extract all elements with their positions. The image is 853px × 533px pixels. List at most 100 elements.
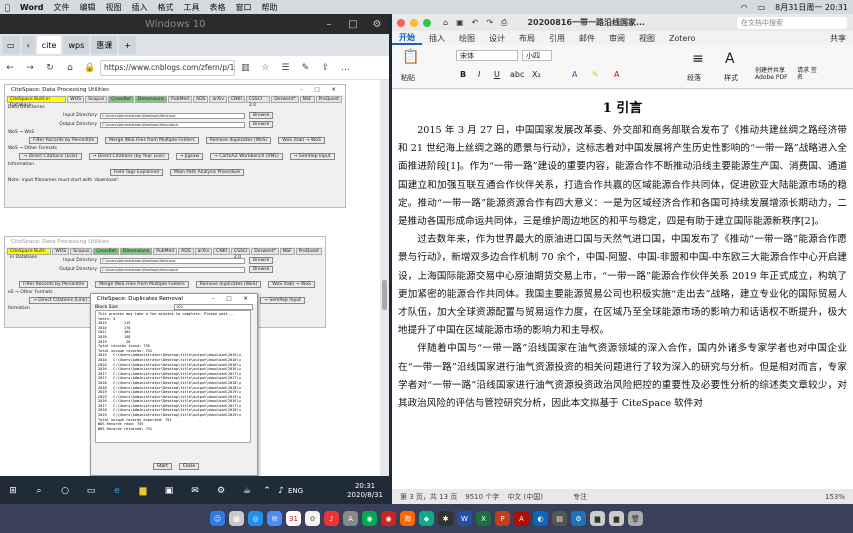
remove-duplicates-button[interactable]: Remove duplicates (WoS)	[205, 137, 272, 144]
gear-icon[interactable]: ⚙	[571, 511, 586, 526]
text-effects-icon[interactable]: A	[572, 70, 577, 79]
filter-percentile-button[interactable]: Filter Records by Percentile	[29, 137, 99, 144]
menu-tools[interactable]: 工具	[184, 2, 200, 13]
doc-search-input[interactable]: 在文档中搜索	[737, 16, 847, 29]
cs-tab[interactable]: Dimensions	[134, 96, 168, 103]
menubar-app-name[interactable]: Word	[20, 3, 44, 12]
refresh-icon[interactable]: ↻	[40, 63, 60, 73]
undo-icon[interactable]: ↶	[472, 18, 479, 27]
taobao-icon[interactable]: 淘	[400, 511, 415, 526]
cartoaz-button[interactable]: → CartoAZ Workbench (XML)	[210, 153, 283, 160]
cs-tab[interactable]: ProQuest	[295, 248, 322, 255]
menu-table[interactable]: 表格	[210, 2, 226, 13]
powerpoint-icon[interactable]: P	[495, 511, 510, 526]
taskbar-lang[interactable]: ENG	[288, 487, 303, 495]
menu-help[interactable]: 帮助	[262, 2, 278, 13]
adobe-pdf-button[interactable]: 创建并共享 Adobe PDF	[755, 67, 793, 81]
font-size-select[interactable]: 小四	[522, 50, 552, 61]
merge-wos-button[interactable]: Merge WoS Files from Multiple Folders	[95, 281, 189, 288]
cs-tab[interactable]: CrossRef	[108, 96, 134, 103]
wos-tab-button[interactable]: WoS (tab) → WoS	[268, 281, 315, 288]
folder-icon[interactable]: ▆	[130, 486, 156, 496]
pen-icon[interactable]: ✎	[295, 63, 315, 73]
tab-layout[interactable]: 布局	[512, 33, 542, 44]
cs-tab[interactable]: Dimensions	[120, 248, 153, 255]
settings-icon[interactable]: ⚙	[365, 19, 389, 30]
tab-zotero[interactable]: Zotero	[662, 34, 702, 43]
safari-icon[interactable]: ◎	[248, 511, 263, 526]
filter-percentile-button[interactable]: Filter Records by Percentile	[19, 281, 89, 288]
menu-window[interactable]: 窗口	[236, 2, 252, 13]
edge-icon[interactable]: e	[104, 486, 130, 496]
app-icon[interactable]: ◆	[419, 511, 434, 526]
launchpad-icon[interactable]: ▦	[229, 511, 244, 526]
cs-tab[interactable]: WOS	[67, 96, 85, 103]
tab-wps[interactable]: wps	[63, 36, 90, 54]
calendar-icon[interactable]: 31	[286, 511, 301, 526]
highlight-icon[interactable]: ✎	[592, 70, 599, 79]
cs-tab[interactable]: NSF	[299, 96, 315, 103]
tray-chevron-icon[interactable]: ⌃	[260, 486, 274, 496]
input-dir-field[interactable]: C:\Users\Administrator\Desktop\title\inp…	[100, 112, 245, 119]
netease-icon[interactable]: ◉	[381, 511, 396, 526]
tab-cite[interactable]: cite	[36, 36, 62, 54]
word-icon[interactable]: W	[457, 511, 472, 526]
collections-icon[interactable]: ☰	[275, 63, 295, 73]
paragraph-icon[interactable]: ≡	[692, 51, 704, 67]
cs-tab[interactable]: PubMed	[168, 96, 192, 103]
paste-label[interactable]: 粘贴	[401, 73, 415, 83]
direct-citations-button[interactable]: → Direct Citations (Link)	[19, 153, 82, 160]
start-button[interactable]: Start	[152, 463, 172, 470]
paragraph-label[interactable]: 段落	[687, 73, 701, 83]
font-family-select[interactable]: 宋体	[456, 50, 518, 61]
close-icon[interactable]	[397, 18, 405, 27]
cs-tab[interactable]: Derwent*	[271, 96, 299, 103]
back-tab-icon[interactable]: ‹	[21, 36, 35, 54]
folder-icon[interactable]: ▆	[609, 511, 624, 526]
wifi-icon[interactable]: ◠	[741, 3, 748, 12]
cs-tab[interactable]: ADS	[193, 96, 209, 103]
new-tab-icon[interactable]: +	[119, 36, 136, 54]
font-color-icon[interactable]: A	[614, 70, 619, 79]
browse-button[interactable]: Browse	[249, 121, 274, 128]
cs-tab[interactable]: CiteSpace Built-in Database	[7, 248, 52, 260]
folder-icon[interactable]: ▆	[590, 511, 605, 526]
tab-huike[interactable]: 惠课	[91, 36, 118, 54]
styles-label[interactable]: 样式	[724, 73, 738, 83]
share-icon[interactable]: ⇪	[315, 63, 335, 73]
cs-tab[interactable]: PubMed	[153, 248, 178, 255]
semrep-button[interactable]: → SemRep Input	[289, 153, 335, 160]
cs-tab[interactable]: Scopus	[85, 96, 108, 103]
forward-icon[interactable]: →	[20, 63, 40, 73]
print-icon[interactable]: ⎙	[501, 18, 507, 28]
request-sign-button[interactable]: 请求 签名	[797, 67, 819, 81]
focus-mode[interactable]: 专注	[573, 492, 587, 502]
trash-icon[interactable]: 🗑	[628, 511, 643, 526]
app-icon[interactable]: ◐	[533, 511, 548, 526]
redo-icon[interactable]: ↷	[486, 18, 493, 27]
cs-tab[interactable]: Derwent*	[251, 248, 279, 255]
language[interactable]: 中文 (中国)	[507, 492, 543, 502]
bold-icon[interactable]: B	[460, 70, 466, 79]
back-icon[interactable]: ←	[0, 63, 20, 73]
music-icon[interactable]: ♪	[324, 511, 339, 526]
cs-tab[interactable]: CrossRef	[93, 248, 120, 255]
acrobat-icon[interactable]: A	[514, 511, 529, 526]
dup-log-textarea[interactable]: This process may take a few minutes to c…	[95, 310, 251, 443]
java-icon[interactable]: ☕	[234, 486, 260, 496]
merge-wos-button[interactable]: Merge WoS Files from Multiple Folders	[105, 137, 199, 144]
cs-tab[interactable]: NSF	[279, 248, 295, 255]
close-button[interactable]: Close	[178, 463, 200, 470]
reading-view-icon[interactable]: ▥	[235, 63, 255, 73]
more-icon[interactable]: …	[335, 63, 355, 73]
window-controls-icon[interactable]: – □ ✕	[212, 296, 253, 302]
underline-icon[interactable]: U	[494, 70, 500, 79]
cs-tab[interactable]: ProQuest	[315, 96, 342, 103]
browse-button[interactable]: Browse	[249, 257, 274, 264]
cs-tab[interactable]: CiteSpace Built-in Database	[7, 96, 67, 108]
maximize-icon[interactable]: □	[341, 19, 365, 30]
subscript-icon[interactable]: X₂	[532, 70, 541, 79]
cs-tab[interactable]: Scopus	[70, 248, 93, 255]
favorite-icon[interactable]: ☆	[255, 63, 275, 73]
browse-button[interactable]: Browse	[249, 112, 274, 119]
